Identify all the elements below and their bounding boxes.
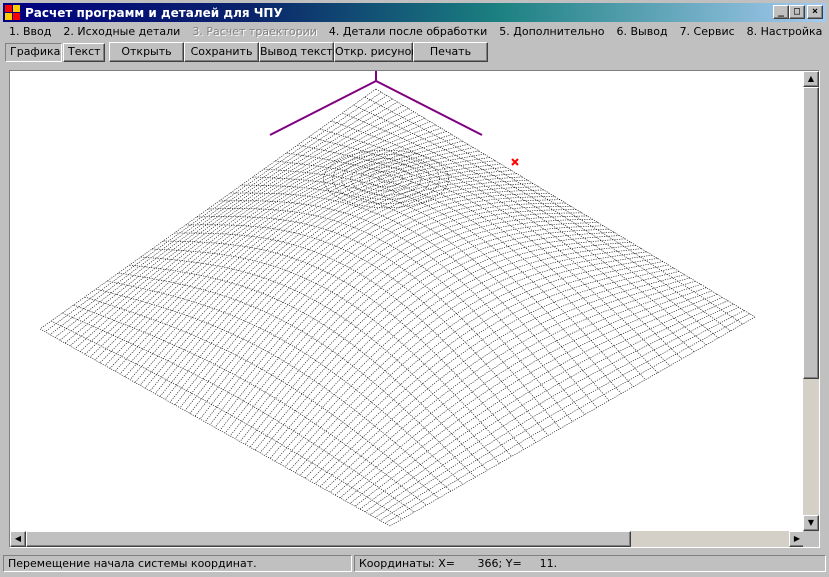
menu-bar: 1. Ввод 2. Исходные детали 3. Расчет тра… [3, 22, 826, 41]
tab-text[interactable]: Текст [63, 43, 105, 62]
app-icon[interactable] [5, 4, 21, 21]
maximize-button[interactable]: □ [789, 5, 805, 19]
vertical-scroll-thumb[interactable] [803, 87, 819, 379]
horizontal-scrollbar[interactable]: ◀ ▶ [10, 531, 805, 547]
menu-output[interactable]: 6. Вывод [611, 25, 674, 38]
contour-ring [323, 149, 449, 209]
maximize-icon: □ [793, 6, 801, 17]
status-message: Перемещение начала системы координат. [3, 555, 352, 572]
menu-additional[interactable]: 5. Дополнительно [493, 25, 610, 38]
position-marker [511, 158, 519, 166]
toolbar: Графика Текст Открыть Сохранить Вывод те… [3, 41, 826, 63]
vertical-scrollbar[interactable]: ▲ ▼ [803, 71, 819, 531]
menu-machined-parts[interactable]: 4. Детали после обработки [323, 25, 493, 38]
menu-trajectory-calc[interactable]: 3. Расчет траектории [186, 25, 323, 38]
coord-y-value: 11. [539, 557, 558, 570]
coord-x-value: 366 [477, 557, 499, 570]
contour-ring [350, 162, 422, 196]
arrow-left-icon[interactable]: ◀ [10, 531, 26, 547]
open-picture-button[interactable]: Откр. рисунок [334, 42, 418, 62]
coord-y-label: Y= [505, 557, 522, 570]
print-button[interactable]: Печать [413, 42, 488, 62]
arrow-up-icon[interactable]: ▲ [803, 71, 819, 87]
text-output-button[interactable]: Вывод текста [259, 42, 340, 62]
contour-ring [341, 158, 431, 200]
open-button[interactable]: Открыть [109, 42, 184, 62]
drawing-canvas[interactable]: ▲ ▼ ◀ ▶ [9, 70, 820, 548]
contour-ring [368, 170, 404, 188]
tab-graphics[interactable]: Графика [5, 43, 62, 62]
coords-label: Координаты: X= [359, 557, 455, 570]
close-button[interactable]: × [807, 5, 823, 19]
menu-source-parts[interactable]: 2. Исходные детали [57, 25, 186, 38]
window-title: Расчет программ и деталей для ЧПУ [25, 5, 283, 20]
arrow-down-icon[interactable]: ▼ [803, 515, 819, 531]
menu-input[interactable]: 1. Ввод [3, 25, 57, 38]
horizontal-scroll-thumb[interactable] [26, 531, 631, 547]
save-button[interactable]: Сохранить [184, 42, 259, 62]
close-icon: × [811, 6, 819, 17]
axis-y-line [375, 80, 483, 136]
menu-service[interactable]: 7. Сервис [674, 25, 741, 38]
title-bar: Расчет программ и деталей для ЧПУ _ □ × [3, 3, 826, 22]
status-bar: Перемещение начала системы координат. Ко… [3, 553, 826, 573]
minimize-icon: _ [777, 6, 785, 17]
surface-mesh [39, 88, 756, 527]
wireframe-surface[interactable] [10, 71, 805, 531]
scroll-corner [803, 531, 819, 547]
menu-settings[interactable]: 8. Настройка [741, 25, 829, 38]
contour-ring [377, 175, 395, 183]
status-coordinates: Координаты: X= 366; Y= 11. [354, 555, 826, 572]
minimize-button[interactable]: _ [773, 5, 789, 19]
